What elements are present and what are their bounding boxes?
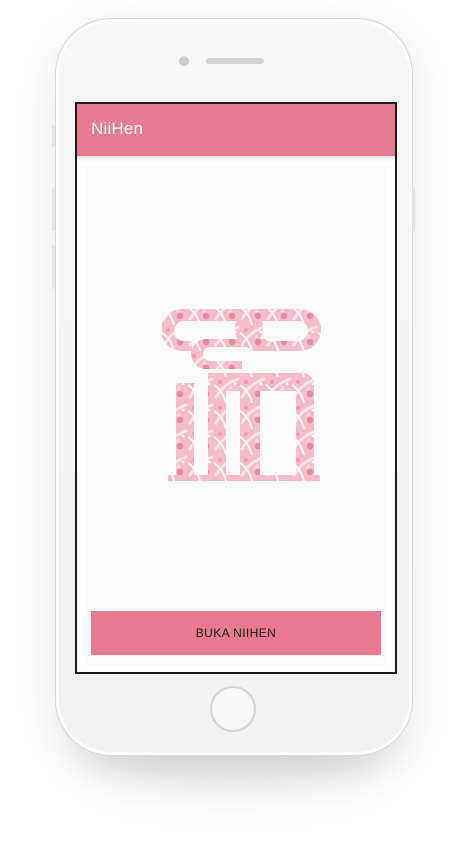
home-button[interactable] xyxy=(210,686,256,732)
mockup-stage: NiiHen BUKA NIIHEN xyxy=(0,0,470,846)
earpiece-speaker xyxy=(206,58,264,64)
main-content xyxy=(85,166,387,666)
front-camera-icon xyxy=(179,56,189,66)
side-button-volume-down xyxy=(52,245,55,289)
app-bar: NiiHen xyxy=(77,104,395,156)
side-button-volume-up xyxy=(52,187,55,231)
app-title: NiiHen xyxy=(91,119,144,138)
phone-screen: NiiHen BUKA NIIHEN xyxy=(75,102,397,674)
open-niihen-button[interactable]: BUKA NIIHEN xyxy=(91,611,381,655)
side-button-power xyxy=(412,187,415,231)
side-button-top xyxy=(52,125,55,147)
niihen-logo-icon xyxy=(162,309,321,481)
